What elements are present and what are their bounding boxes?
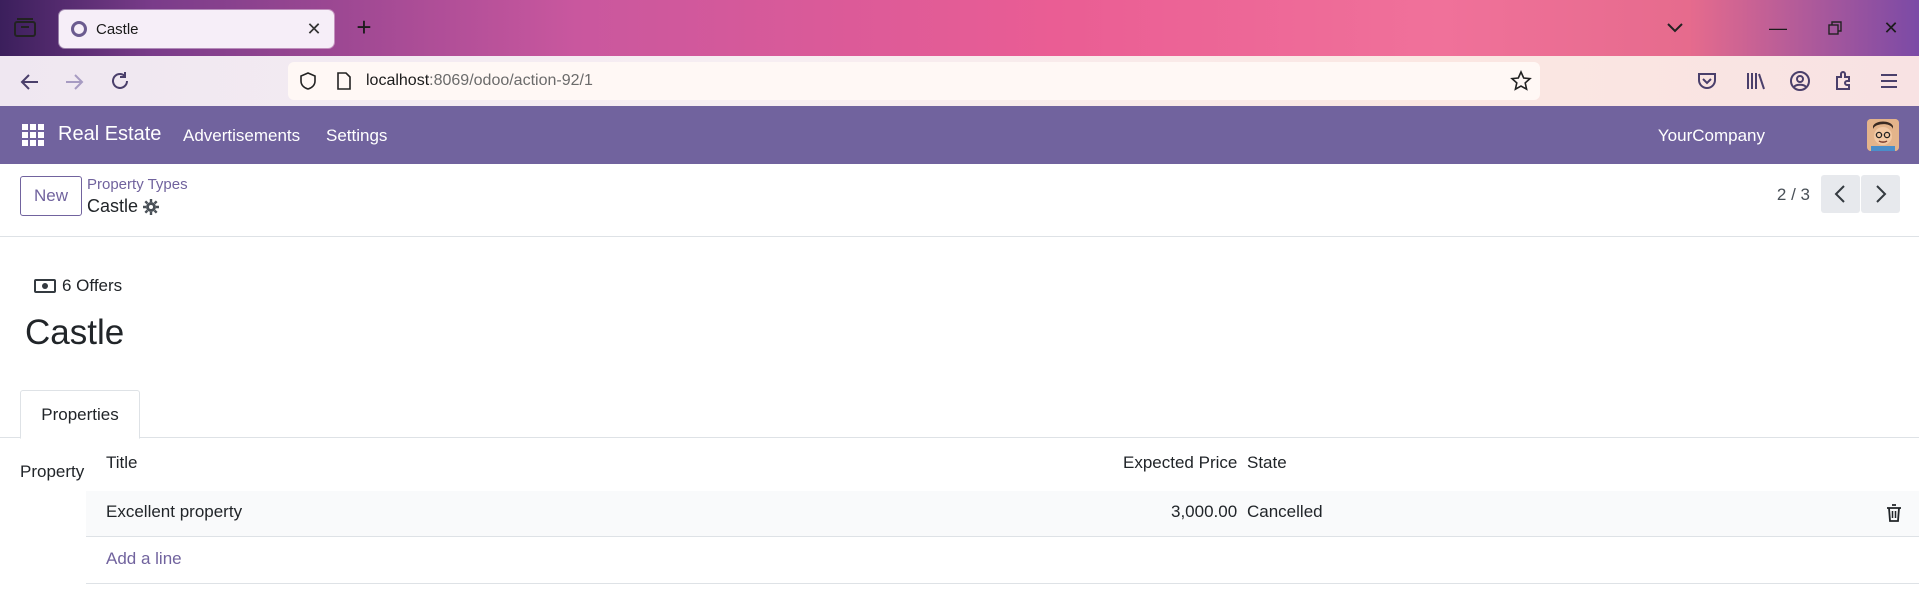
chevron-left-icon [1834, 185, 1845, 203]
pager-previous-button[interactable] [1821, 175, 1860, 213]
menu-settings[interactable]: Settings [326, 126, 387, 146]
minimize-icon[interactable]: — [1763, 13, 1793, 43]
offers-count: 6 Offers [62, 276, 123, 295]
page-icon[interactable] [336, 72, 352, 90]
control-panel: New Property Types Castle 2 / 3 [0, 164, 1919, 237]
back-icon[interactable] [16, 68, 44, 96]
column-expected-price[interactable]: Expected Price [1123, 453, 1237, 473]
restore-icon[interactable] [1820, 13, 1850, 43]
tab-list-icon[interactable] [12, 15, 38, 41]
tab-properties[interactable]: Properties [20, 390, 140, 439]
pager-next-button[interactable] [1861, 175, 1900, 213]
offers-smart-button[interactable]: 6 Offers [34, 276, 122, 296]
column-title[interactable]: Title [106, 453, 138, 473]
add-line-link[interactable]: Add a line [106, 549, 182, 569]
add-line-row: Add a line [86, 537, 1919, 584]
tab-title: Castle [96, 20, 139, 38]
property-list: Title Expected Price State Excellent pro… [86, 441, 1919, 584]
reload-icon[interactable] [106, 68, 134, 96]
forward-icon[interactable] [60, 68, 88, 96]
record-title[interactable]: Castle [25, 313, 124, 353]
column-state[interactable]: State [1247, 453, 1287, 473]
browser-tab-bar: Castle ✕ + — ✕ [0, 0, 1919, 56]
account-icon[interactable] [1788, 69, 1812, 93]
breadcrumb-current: Castle [87, 196, 160, 217]
close-window-icon[interactable]: ✕ [1876, 13, 1906, 43]
list-header: Title Expected Price State [86, 441, 1919, 491]
browser-tab-active[interactable]: Castle ✕ [59, 10, 334, 48]
url-text[interactable]: localhost:8069/odoo/action-92/1 [366, 72, 593, 90]
apps-grid-icon[interactable] [22, 124, 44, 146]
menu-advertisements[interactable]: Advertisements [183, 126, 300, 146]
shield-icon[interactable] [298, 71, 318, 91]
pager-value[interactable]: 2 / 3 [1777, 185, 1810, 205]
app-brand[interactable]: Real Estate [58, 123, 161, 146]
cell-expected-price: 3,000.00 [1171, 502, 1238, 521]
library-icon[interactable] [1744, 69, 1768, 93]
new-button[interactable]: New [20, 176, 82, 216]
chevron-right-icon [1876, 185, 1887, 203]
tab-favicon [71, 21, 87, 37]
money-icon [34, 278, 56, 294]
address-bar[interactable]: localhost:8069/odoo/action-92/1 [288, 62, 1540, 100]
menu-icon[interactable] [1877, 69, 1901, 93]
close-tab-icon[interactable]: ✕ [304, 19, 324, 39]
extensions-icon[interactable] [1832, 69, 1856, 93]
avatar[interactable] [1867, 119, 1899, 151]
gear-icon[interactable] [143, 198, 160, 215]
new-tab-icon[interactable]: + [350, 14, 378, 42]
pocket-icon[interactable] [1695, 69, 1719, 93]
tab-overflow-icon[interactable] [1662, 14, 1688, 40]
cell-state: Cancelled [1247, 502, 1323, 521]
table-row[interactable]: Excellent property 3,000.00 Cancelled [86, 491, 1919, 537]
property-field-label: Property [20, 462, 85, 481]
trash-icon[interactable] [1886, 504, 1902, 522]
odoo-main-navbar: Real Estate Advertisements Settings Your… [0, 106, 1919, 164]
cell-title: Excellent property [106, 502, 243, 521]
company-switcher[interactable]: YourCompany [1658, 126, 1765, 146]
notebook: Properties [0, 390, 1919, 439]
breadcrumb[interactable]: Property Types [87, 176, 188, 193]
record-name: Castle [87, 196, 139, 216]
bookmark-star-icon[interactable] [1510, 70, 1532, 92]
